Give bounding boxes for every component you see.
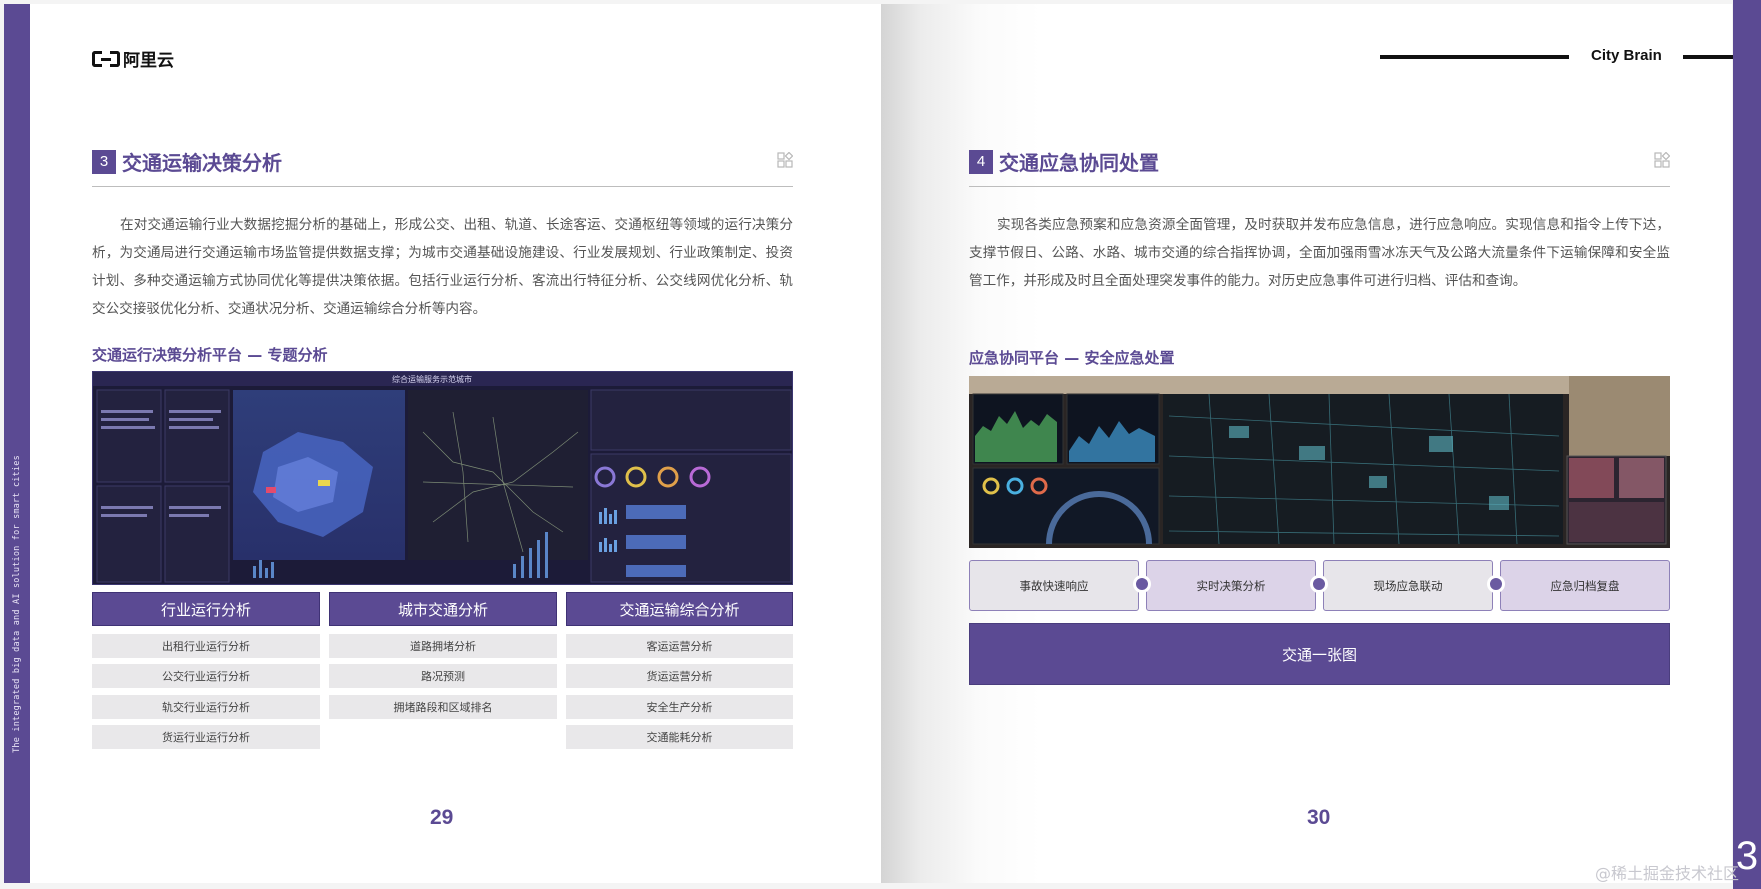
platform-title: 应急协同平台 — 安全应急处置 (969, 349, 1175, 367)
dashboard-title: 综合运输服务示范城市 (392, 375, 472, 384)
section-title: 交通应急协同处置 (999, 151, 1159, 175)
header-rule-right (1683, 55, 1733, 59)
side-caption: The integrated big data and AI solution … (4, 4, 30, 883)
grid-icon (777, 152, 793, 168)
section-title: 交通运输决策分析 (122, 151, 282, 175)
page-number-right: 30 (1307, 806, 1331, 829)
aliyun-logo: 阿里云 (92, 46, 174, 71)
category-urban-traffic: 城市交通分析 (329, 592, 557, 626)
section-4-heading: 4 交通应急协同处置 (969, 147, 1159, 176)
traffic-map-banner: 交通一张图 (969, 623, 1670, 685)
category-industry: 行业运行分析 (92, 592, 320, 626)
section-3-heading: 3 交通运输决策分析 (92, 147, 282, 176)
step-onsite-coordination: 现场应急联动 (1323, 560, 1493, 611)
list-item: 货运运营分析 (566, 664, 793, 688)
command-center-photo (969, 376, 1670, 548)
right-accent-bar (1733, 0, 1761, 889)
brochure-spread: The integrated big data and AI solution … (0, 0, 1761, 889)
header-rule-left (1380, 55, 1569, 59)
list-item: 出租行业运行分析 (92, 634, 320, 658)
step-connector-dot (1133, 575, 1151, 593)
logo-text: 阿里云 (123, 51, 174, 71)
side-caption-text: The integrated big data and AI solution … (12, 455, 22, 753)
section-number: 4 (969, 149, 993, 174)
right-paragraph: 实现各类应急预案和应急资源全面管理，及时获取并发布应急信息，进行应急响应。实现信… (969, 217, 1670, 289)
list-item: 客运运营分析 (566, 634, 793, 658)
list-item: 货运行业运行分析 (92, 725, 320, 749)
section-number: 3 (92, 149, 116, 174)
category-comprehensive: 交通运输综合分析 (566, 592, 793, 626)
aliyun-logo-icon (92, 50, 120, 68)
list-item: 交通能耗分析 (566, 725, 793, 749)
step-archive-review: 应急归档复盘 (1500, 560, 1670, 611)
list-item: 轨交行业运行分析 (92, 695, 320, 719)
step-decision-analysis: 实时决策分析 (1146, 560, 1316, 611)
step-connector-dot (1310, 575, 1328, 593)
list-item: 安全生产分析 (566, 695, 793, 719)
platform-title: 交通运行决策分析平台 — 专题分析 (92, 346, 328, 364)
section-rule (969, 186, 1670, 187)
decision-dashboard-screenshot (92, 371, 793, 585)
grid-icon (1654, 152, 1670, 168)
page-number-left: 29 (430, 806, 454, 829)
product-name: City Brain (1591, 47, 1662, 64)
list-item: 公交行业运行分析 (92, 664, 320, 688)
list-item: 拥堵路段和区域排名 (329, 695, 557, 719)
step-incident-response: 事故快速响应 (969, 560, 1139, 611)
watermark: @稀土掘金技术社区 (1595, 864, 1740, 883)
list-item: 路况预测 (329, 664, 557, 688)
left-paragraph: 在对交通运输行业大数据挖掘分析的基础上，形成公交、出租、轨道、长途客运、交通枢纽… (92, 217, 793, 317)
section-rule (92, 186, 793, 187)
list-item: 道路拥堵分析 (329, 634, 557, 658)
step-connector-dot (1487, 575, 1505, 593)
